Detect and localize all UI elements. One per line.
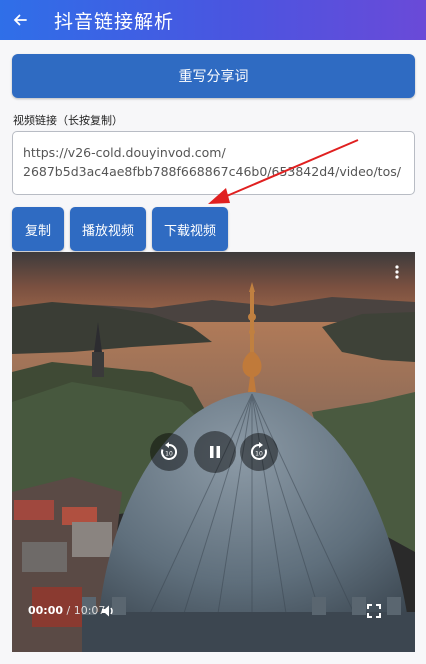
play-video-button[interactable]: 播放视频	[70, 207, 146, 251]
page-title: 抖音链接解析	[54, 10, 175, 33]
forward-10-icon: 10	[250, 442, 267, 460]
video-link-field[interactable]: https://v26-cold.douyinvod.com/ 2687b5d3…	[12, 131, 415, 195]
video-player[interactable]: 10 10 00:00 / 10:07	[12, 252, 415, 652]
rewind-button[interactable]: 10	[150, 433, 188, 471]
volume-button[interactable]	[100, 603, 116, 619]
rewrite-share-text-button[interactable]: 重写分享词	[12, 54, 415, 98]
volume-icon	[102, 605, 113, 617]
video-link-line-1: https://v26-cold.douyinvod.com/	[23, 145, 226, 160]
video-link-label: 视频链接（长按复制）	[13, 114, 123, 127]
pause-button[interactable]	[194, 431, 236, 473]
forward-button[interactable]: 10	[240, 433, 278, 471]
action-buttons-row: 复制 播放视频 下载视频	[12, 207, 228, 251]
current-time: 00:00	[28, 604, 64, 617]
pause-icon	[210, 446, 220, 458]
copy-button[interactable]: 复制	[12, 207, 64, 251]
svg-text:10: 10	[165, 451, 173, 458]
fullscreen-button[interactable]	[367, 603, 381, 618]
back-button[interactable]	[0, 12, 40, 28]
more-options-icon[interactable]	[393, 264, 401, 280]
playback-time: 00:00 / 10:07	[28, 604, 105, 617]
fullscreen-icon	[367, 604, 381, 618]
svg-text:10: 10	[255, 451, 263, 458]
arrow-back-icon	[13, 14, 27, 26]
video-link-line-2: 2687b5d3ac4ae8fbb788f668867c46b0/653842d…	[23, 164, 401, 179]
replay-10-icon: 10	[161, 442, 178, 460]
app-bar: 抖音链接解析	[0, 0, 426, 40]
time-separator: /	[63, 604, 74, 617]
download-video-button[interactable]: 下载视频	[152, 207, 228, 251]
